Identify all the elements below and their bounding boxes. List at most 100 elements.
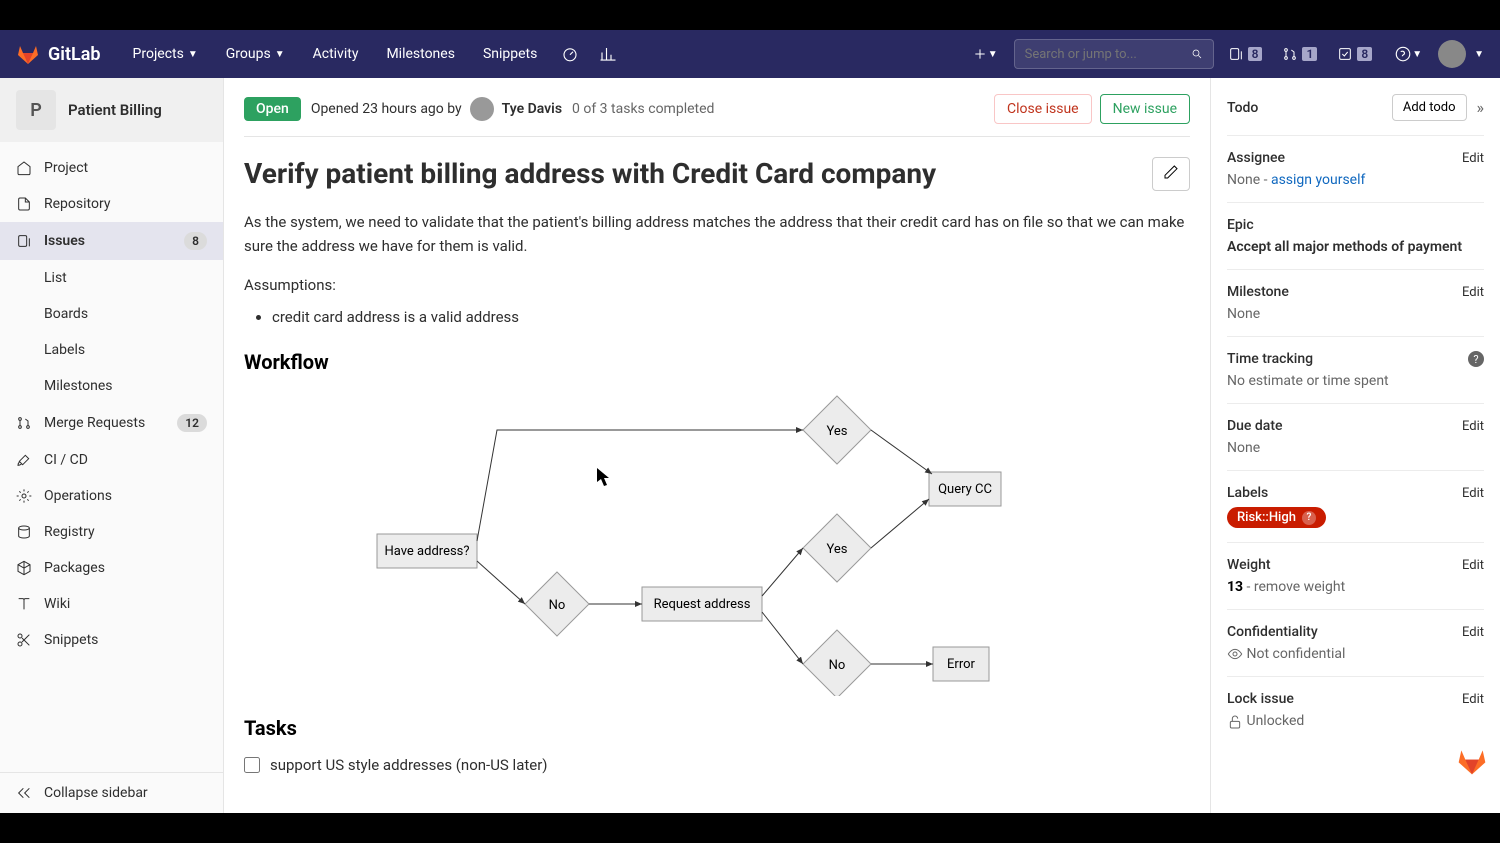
merge-request-icon — [16, 415, 32, 431]
chevron-down-icon: ▼ — [988, 49, 998, 60]
file-icon — [16, 196, 32, 212]
due-date-value: None — [1227, 440, 1484, 456]
issues-icon — [16, 233, 32, 249]
weight-edit[interactable]: Edit — [1462, 558, 1484, 573]
project-name: Patient Billing — [68, 101, 162, 119]
sidebar-item-snippets[interactable]: Snippets — [0, 622, 223, 658]
sidebar-sub-list[interactable]: List — [0, 260, 223, 296]
confidentiality-edit[interactable]: Edit — [1462, 625, 1484, 640]
svg-text:Yes: Yes — [827, 542, 848, 557]
epic-value[interactable]: Accept all major methods of payment — [1227, 239, 1484, 255]
status-badge: Open — [244, 97, 301, 121]
assumptions-list: credit card address is a valid address — [272, 308, 1190, 326]
sidebar-item-mr[interactable]: Merge Requests12 — [0, 404, 223, 442]
sidebar-item-project[interactable]: Project — [0, 150, 223, 186]
author-avatar[interactable] — [470, 97, 494, 121]
todos-counter[interactable]: 8 — [1331, 42, 1378, 66]
pencil-icon — [1163, 164, 1179, 180]
collapse-sidebar[interactable]: Collapse sidebar — [0, 772, 223, 813]
gitlab-logo[interactable]: GitLab — [16, 42, 101, 66]
task-item: support US style addresses (non-US later… — [244, 752, 1190, 778]
labels-label: Labels — [1227, 485, 1268, 501]
assignee-edit[interactable]: Edit — [1462, 151, 1484, 166]
lock-value: Unlocked — [1227, 713, 1484, 729]
sidebar-item-packages[interactable]: Packages — [0, 550, 223, 586]
sidebar-sub-labels[interactable]: Labels — [0, 332, 223, 368]
mr-counter[interactable]: 1 — [1276, 42, 1323, 66]
issue-title: Verify patient billing address with Cred… — [244, 157, 1152, 190]
user-avatar[interactable] — [1438, 40, 1466, 68]
label-pill-risk-high[interactable]: Risk::High? — [1227, 507, 1326, 528]
nav-projects[interactable]: Projects▼ — [121, 38, 210, 70]
due-date-label: Due date — [1227, 418, 1283, 434]
svg-text:Yes: Yes — [827, 424, 848, 439]
disk-icon — [16, 524, 32, 540]
mr-count-badge: 12 — [177, 414, 207, 432]
scissors-icon — [16, 632, 32, 648]
expand-sidebar-icon[interactable]: » — [1477, 98, 1485, 117]
home-icon — [16, 160, 32, 176]
confidentiality-label: Confidentiality — [1227, 624, 1318, 640]
collapse-icon — [16, 785, 32, 801]
nav-groups[interactable]: Groups▼ — [214, 38, 297, 70]
lock-edit[interactable]: Edit — [1462, 692, 1484, 707]
sidebar-item-operations[interactable]: Operations — [0, 478, 223, 514]
sidebar-item-issues[interactable]: Issues8 — [0, 222, 223, 260]
add-todo-button[interactable]: Add todo — [1392, 94, 1467, 121]
milestone-label: Milestone — [1227, 284, 1289, 300]
search-box[interactable] — [1014, 39, 1214, 69]
author-name[interactable]: Tye Davis — [502, 101, 562, 117]
lock-open-icon — [1227, 714, 1243, 730]
nav-activity[interactable]: Activity — [301, 38, 371, 70]
left-sidebar: P Patient Billing Project Repository Iss… — [0, 78, 224, 813]
svg-text:Query CC: Query CC — [938, 482, 992, 497]
assign-yourself-link[interactable]: assign yourself — [1271, 172, 1365, 188]
sidebar-item-cicd[interactable]: CI / CD — [0, 442, 223, 478]
task-label: support US style addresses (non-US later… — [270, 756, 548, 774]
task-checkbox[interactable] — [244, 757, 260, 773]
workflow-diagram: Have address? Yes No Request address Yes — [244, 386, 1190, 696]
help-icon[interactable]: ? — [1468, 351, 1484, 367]
gear-icon — [16, 488, 32, 504]
plus-icon[interactable]: ▼ — [964, 38, 1006, 70]
chevron-down-icon: ▼ — [188, 49, 198, 60]
gauge-icon[interactable] — [553, 37, 587, 71]
epic-label: Epic — [1227, 217, 1254, 233]
project-header[interactable]: P Patient Billing — [0, 78, 223, 142]
assumption-item: credit card address is a valid address — [272, 308, 1190, 326]
close-issue-button[interactable]: Close issue — [994, 94, 1092, 124]
search-input[interactable] — [1025, 47, 1191, 62]
new-issue-button[interactable]: New issue — [1100, 94, 1190, 124]
chart-icon[interactable] — [591, 37, 625, 71]
sidebar-sub-boards[interactable]: Boards — [0, 296, 223, 332]
assignee-label: Assignee — [1227, 150, 1285, 166]
labels-edit[interactable]: Edit — [1462, 486, 1484, 501]
sidebar-sub-milestones[interactable]: Milestones — [0, 368, 223, 404]
weight-value: 13 — [1227, 579, 1243, 595]
edit-title-button[interactable] — [1152, 157, 1190, 191]
nav-snippets[interactable]: Snippets — [471, 38, 549, 70]
issues-counter[interactable]: 8 — [1222, 42, 1269, 66]
time-tracking-label: Time tracking — [1227, 351, 1313, 367]
sidebar-item-wiki[interactable]: Wiki — [0, 586, 223, 622]
help-icon[interactable]: ▼ — [1386, 37, 1430, 71]
chevron-down-icon: ▼ — [1412, 49, 1422, 60]
assumptions-heading: Assumptions: — [244, 276, 1190, 294]
svg-text:No: No — [549, 598, 566, 613]
project-avatar: P — [16, 90, 56, 130]
svg-text:Have address?: Have address? — [384, 544, 469, 559]
time-tracking-value: No estimate or time spent — [1227, 373, 1484, 389]
issues-count-badge: 8 — [184, 232, 207, 250]
milestone-value: None — [1227, 306, 1484, 322]
due-date-edit[interactable]: Edit — [1462, 419, 1484, 434]
issues-icon — [1228, 46, 1244, 62]
milestone-edit[interactable]: Edit — [1462, 285, 1484, 300]
remove-weight-link[interactable]: - remove weight — [1243, 579, 1345, 595]
sidebar-item-repository[interactable]: Repository — [0, 186, 223, 222]
right-sidebar: Todo Add todo » AssigneeEdit None - assi… — [1210, 78, 1500, 813]
nav-milestones[interactable]: Milestones — [374, 38, 467, 70]
sidebar-item-registry[interactable]: Registry — [0, 514, 223, 550]
merge-request-icon — [1282, 46, 1298, 62]
issue-description: As the system, we need to validate that … — [244, 210, 1190, 258]
svg-text:No: No — [829, 658, 846, 673]
